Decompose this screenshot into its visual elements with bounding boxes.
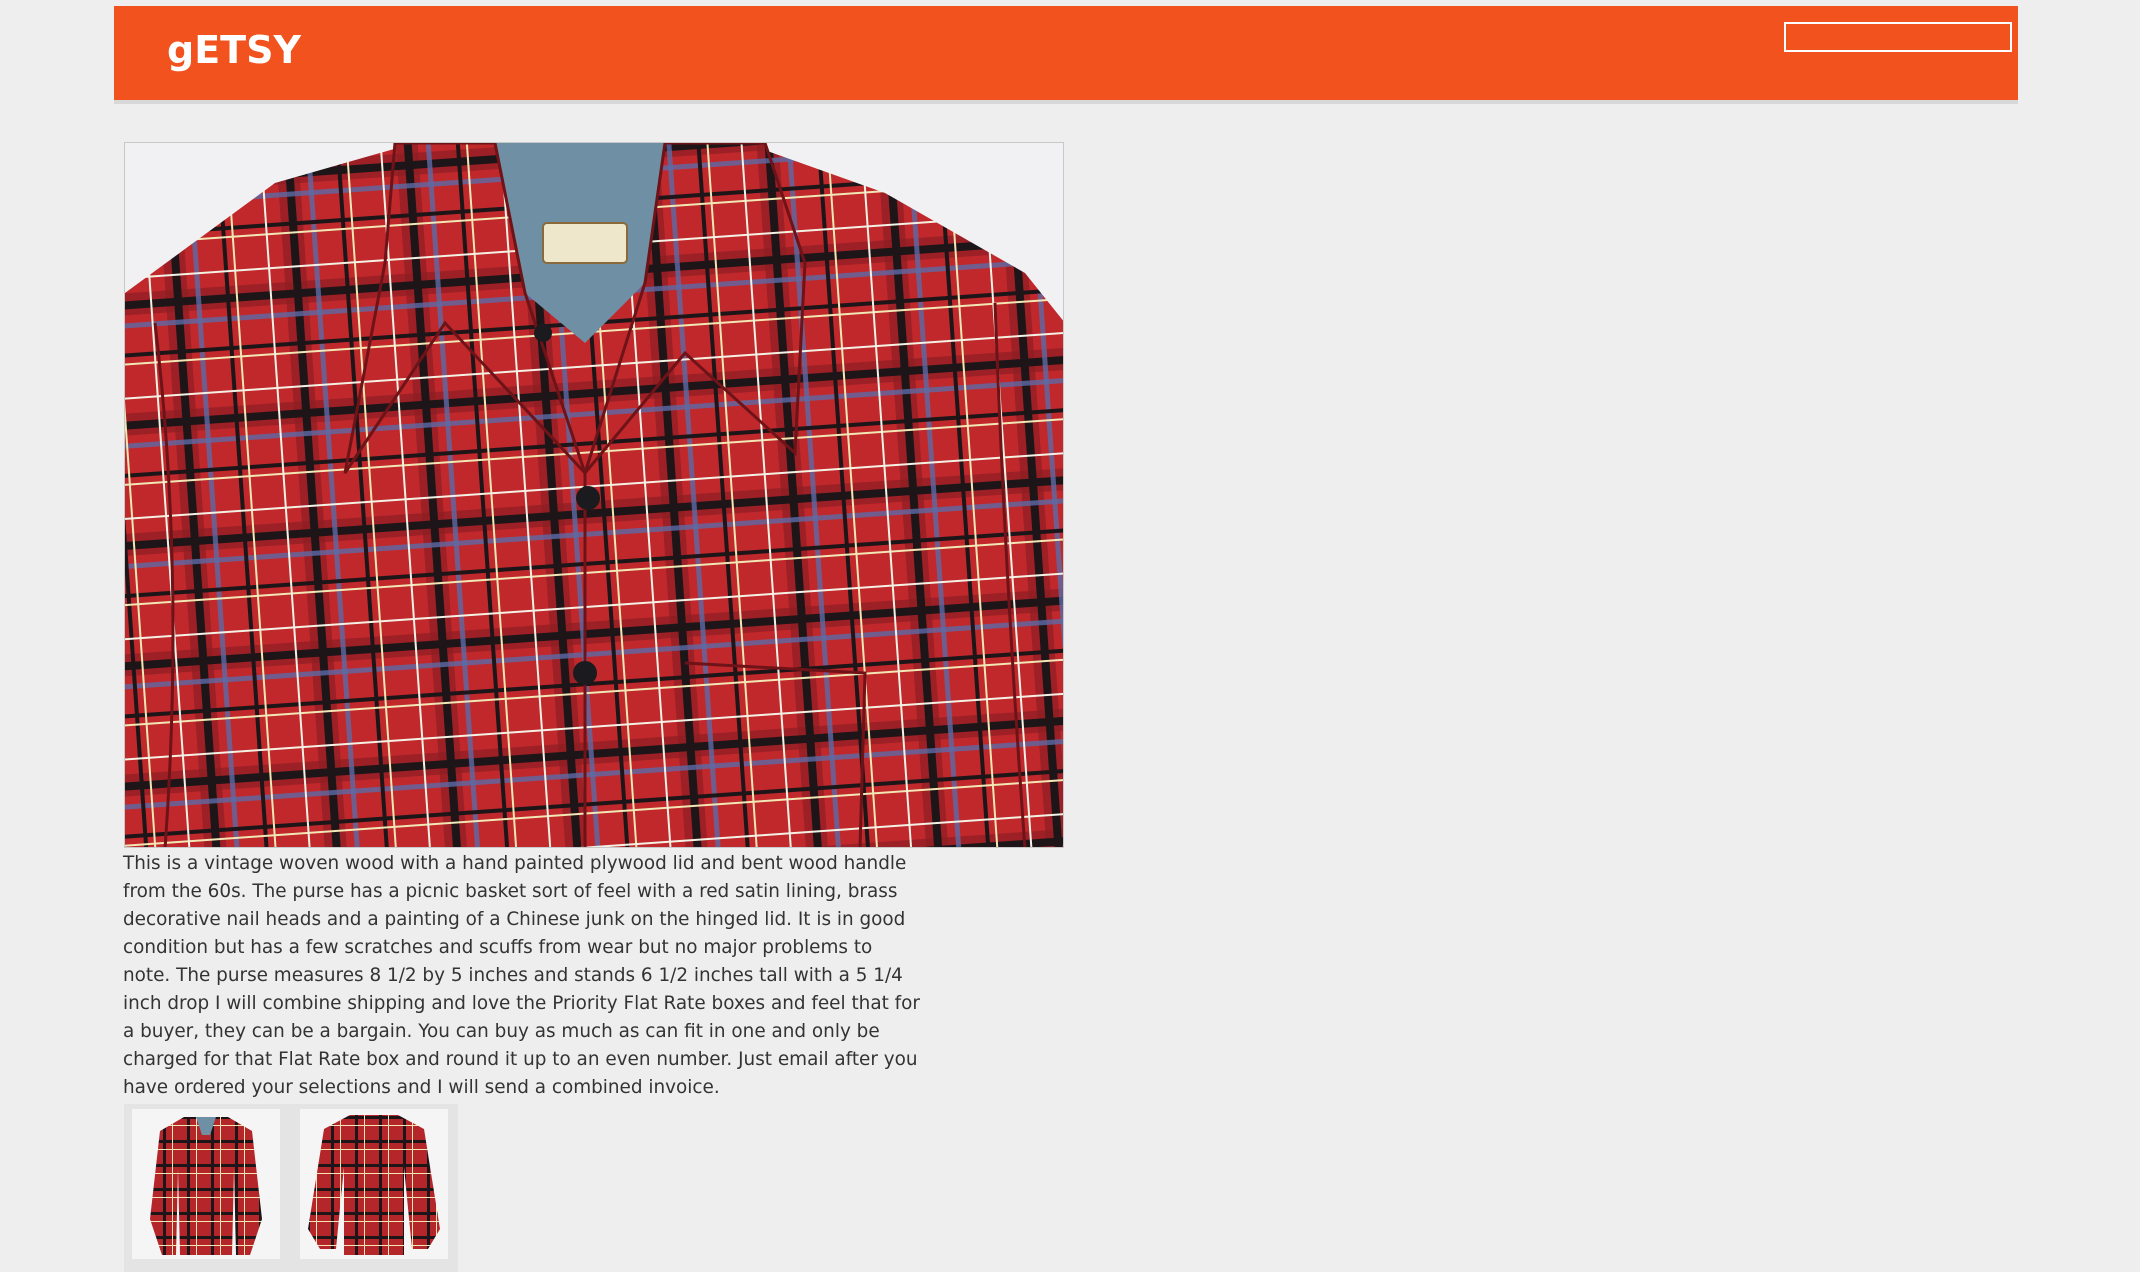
main-product-image [124, 142, 1064, 848]
site-header: gETSY [114, 6, 2018, 104]
thumbnail-back[interactable] [300, 1109, 448, 1259]
thumbnail-front[interactable] [132, 1109, 280, 1259]
thumbnail-strip [124, 1104, 458, 1272]
search-input[interactable] [1784, 22, 2012, 52]
site-logo[interactable]: gETSY [167, 28, 301, 74]
listing-description: This is a vintage woven wood with a hand… [123, 853, 920, 1098]
